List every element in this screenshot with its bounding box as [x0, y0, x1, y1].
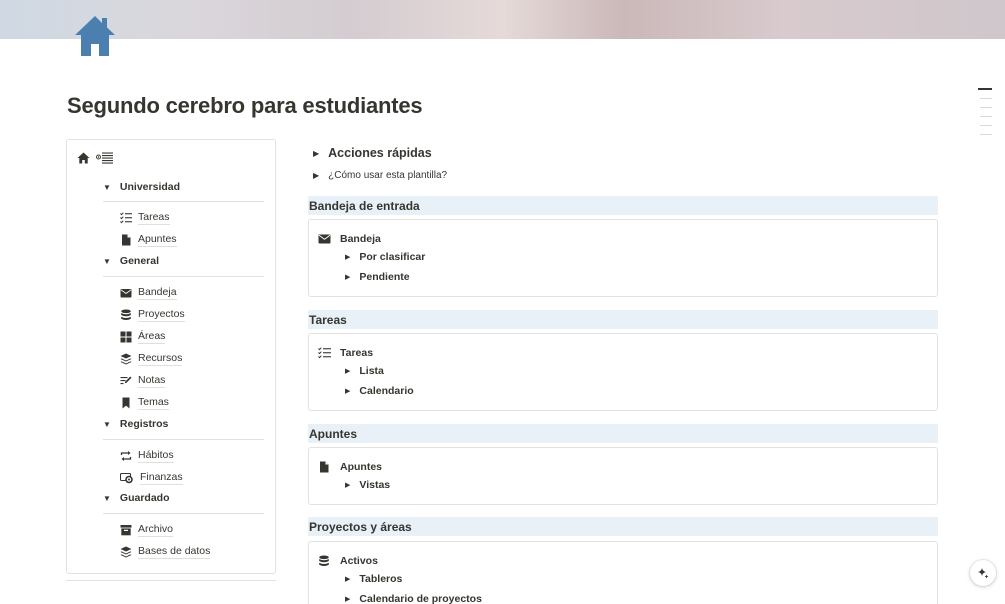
toggle-acciones-rapidas[interactable]: ▶ Acciones rápidas — [313, 146, 432, 160]
section-heading-proyectos-areas: Proyectos y áreas — [308, 517, 938, 536]
section-heading-apuntes: Apuntes — [308, 424, 938, 443]
divider — [66, 580, 276, 581]
sidebar-item-habitos[interactable]: Hábitos — [120, 449, 174, 463]
toggle-vistas[interactable]: ▶ Vistas — [345, 479, 390, 491]
section-heading-tareas: Tareas — [308, 310, 938, 329]
linked-view-card-bandeja: Bandeja ▶ Por clasificar ▶ Pendiente — [308, 219, 938, 297]
toggle-collapsed-icon[interactable]: ▶ — [345, 575, 350, 583]
page-title: Segundo cerebro para estudiantes — [67, 93, 423, 118]
toggle-por-clasificar[interactable]: ▶ Por clasificar — [345, 251, 425, 263]
toggle-expanded-icon[interactable]: ▼ — [103, 257, 111, 266]
toggle-collapsed-icon[interactable]: ▶ — [345, 387, 350, 395]
toggle-como-usar[interactable]: ▶ ¿Cómo usar esta plantilla? — [313, 170, 447, 181]
bookmark-icon — [122, 397, 130, 409]
sidebar-item-proyectos[interactable]: Proyectos — [120, 308, 185, 322]
document-icon — [320, 461, 329, 473]
section-heading-bandeja: Bandeja de entrada — [308, 196, 938, 215]
grid-icon — [120, 331, 132, 343]
layers-icon — [120, 546, 132, 558]
archive-icon — [120, 525, 132, 536]
toggle-collapsed-icon[interactable]: ▶ — [313, 171, 319, 180]
toggle-collapsed-icon[interactable]: ▶ — [345, 253, 350, 261]
table-of-contents-indicator[interactable] — [978, 88, 992, 143]
divider — [103, 201, 264, 202]
toggle-calendario[interactable]: ▶ Calendario — [345, 385, 414, 397]
sidebar-item-areas[interactable]: Áreas — [120, 330, 166, 344]
sidebar-group-registros[interactable]: ▼ Registros — [103, 418, 168, 430]
toggle-collapsed-icon[interactable]: ▶ — [313, 149, 319, 158]
card-title[interactable]: Apuntes — [318, 461, 382, 473]
toggle-calendario-de-proyectos[interactable]: ▶ Calendario de proyectos — [345, 593, 482, 604]
database-icon — [121, 309, 131, 320]
sidebar-group-general[interactable]: ▼ General — [103, 255, 159, 267]
sidebar-group-guardado[interactable]: ▼ Guardado — [103, 492, 170, 504]
toggle-expanded-icon[interactable]: ▼ — [103, 420, 111, 429]
toggle-expanded-icon[interactable]: ▼ — [103, 183, 111, 192]
card-title[interactable]: Activos — [318, 555, 378, 567]
repeat-icon — [120, 451, 132, 461]
toggle-collapsed-icon[interactable]: ▶ — [345, 481, 350, 489]
linked-view-card-proyectos: Activos ▶ Tableros ▶ Calendario de proye… — [308, 541, 938, 604]
sidebar-item-tareas[interactable]: Tareas — [120, 211, 170, 225]
divider — [103, 439, 264, 440]
sidebar-item-bandeja[interactable]: Bandeja — [120, 286, 177, 300]
checklist-icon — [318, 347, 331, 359]
divider — [103, 276, 264, 277]
layers-icon — [120, 353, 132, 365]
sparkle-icon — [978, 568, 989, 579]
document-icon — [122, 234, 131, 246]
toggle-lista[interactable]: ▶ Lista — [345, 365, 384, 377]
toggle-pendiente[interactable]: ▶ Pendiente — [345, 271, 410, 283]
linked-view-card-apuntes: Apuntes ▶ Vistas — [308, 447, 938, 505]
sidebar-header — [77, 152, 114, 164]
card-title[interactable]: Bandeja — [318, 233, 381, 245]
sidebar-item-notas[interactable]: Notas — [120, 374, 166, 388]
sidebar-item-temas[interactable]: Temas — [120, 396, 169, 410]
toggle-tableros[interactable]: ▶ Tableros — [345, 573, 402, 585]
checklist-icon — [120, 212, 132, 224]
sidebar-group-universidad[interactable]: ▼ Universidad — [103, 181, 180, 193]
toggle-collapsed-icon[interactable]: ▶ — [345, 595, 350, 603]
linked-view-card-tareas: Tareas ▶ Lista ▶ Calendario — [308, 333, 938, 411]
home-icon[interactable] — [77, 152, 90, 164]
toggle-collapsed-icon[interactable]: ▶ — [345, 367, 350, 375]
sidebar-item-finanzas[interactable]: Finanzas — [120, 471, 183, 485]
ai-assistant-button[interactable] — [970, 560, 996, 586]
sidebar-item-archivo[interactable]: Archivo — [120, 523, 174, 537]
envelope-icon — [120, 289, 132, 298]
database-icon — [319, 555, 329, 566]
money-icon — [120, 472, 133, 484]
sidebar-item-recursos[interactable]: Recursos — [120, 352, 183, 366]
navigation-sidebar: ▼ Universidad Tareas Apuntes ▼ General B… — [66, 139, 276, 574]
card-title[interactable]: Tareas — [318, 347, 373, 359]
page-cover[interactable] — [0, 0, 1005, 39]
sidebar-item-apuntes[interactable]: Apuntes — [120, 233, 177, 247]
sidebar-item-bases-de-datos[interactable]: Bases de datos — [120, 545, 211, 559]
divider — [103, 513, 264, 514]
house-icon[interactable] — [73, 15, 117, 57]
pencil-lines-icon — [120, 376, 132, 385]
toggle-collapsed-icon[interactable]: ▶ — [345, 273, 350, 281]
envelope-icon — [318, 234, 331, 244]
toggle-expanded-icon[interactable]: ▼ — [103, 494, 111, 503]
table-of-contents-icon[interactable] — [96, 152, 114, 164]
